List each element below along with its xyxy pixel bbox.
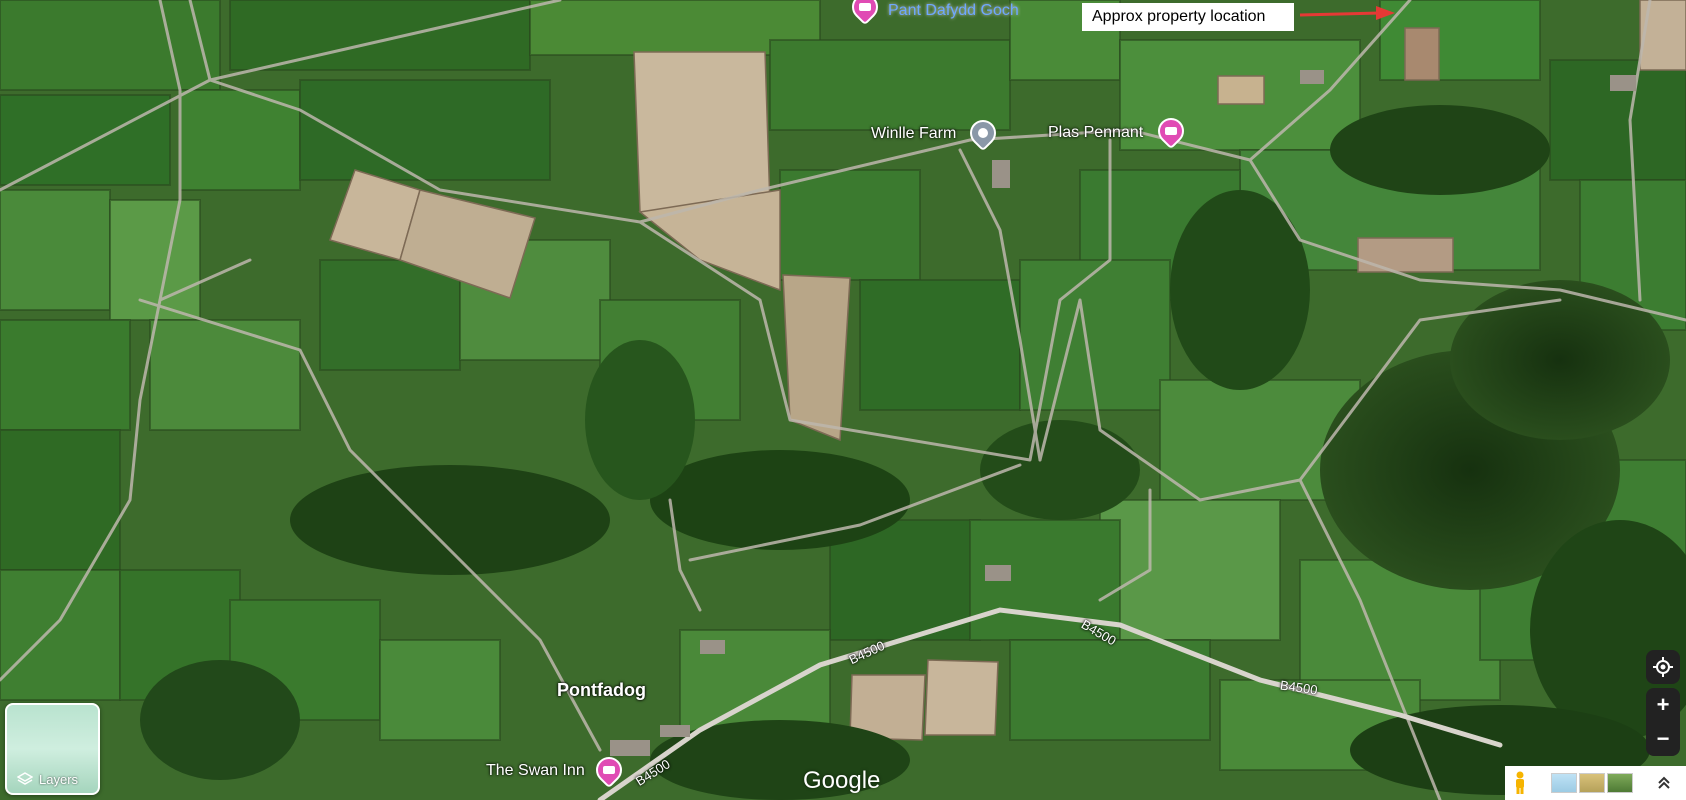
layers-icon	[17, 772, 33, 785]
map-view-thumbnail[interactable]	[1551, 773, 1577, 793]
satellite-view-thumbnail[interactable]	[1607, 773, 1633, 793]
place-label-pant-dafydd-goch[interactable]: Pant Dafydd Goch	[888, 2, 1019, 20]
my-location-icon	[1646, 650, 1680, 684]
layers-button[interactable]: Layers	[5, 703, 100, 795]
place-label-the-swan-inn[interactable]: The Swan Inn	[486, 762, 585, 780]
terrain-view-thumbnail[interactable]	[1579, 773, 1605, 793]
layers-label-row: Layers	[17, 771, 78, 787]
google-logo: Google	[803, 767, 881, 794]
place-label-plas-pennant[interactable]: Plas Pennant	[1048, 124, 1143, 142]
pegman-icon[interactable]	[1505, 766, 1535, 800]
place-label-winlle-farm[interactable]: Winlle Farm	[871, 125, 956, 143]
zoom-controls: + −	[1646, 688, 1680, 756]
town-label-pontfadog[interactable]: Pontfadog	[557, 680, 646, 701]
property-location-callout: Approx property location	[1082, 3, 1294, 31]
zoom-out-button[interactable]: −	[1646, 722, 1680, 756]
zoom-in-button[interactable]: +	[1646, 688, 1680, 722]
satellite-map[interactable]	[0, 0, 1686, 800]
layers-label: Layers	[39, 771, 79, 787]
expand-icon[interactable]	[1649, 766, 1679, 800]
my-location-button[interactable]	[1646, 650, 1680, 684]
bottom-toolbar	[1505, 766, 1686, 800]
